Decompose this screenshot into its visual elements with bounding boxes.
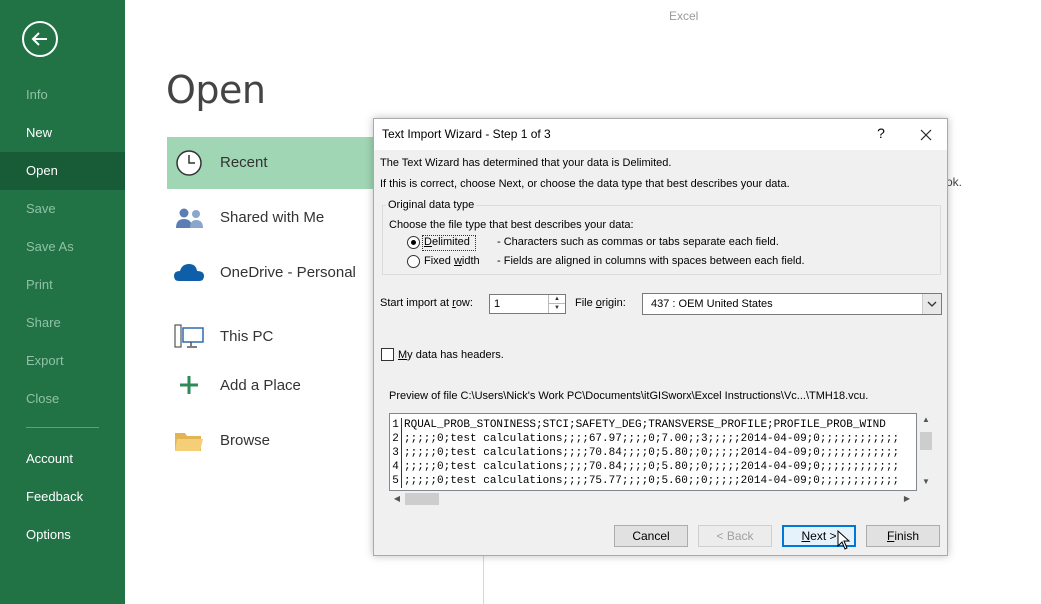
preview-vertical-scrollbar[interactable]: ▲ ▼ (918, 413, 934, 491)
dialog-titlebar[interactable]: Text Import Wizard - Step 1 of 3 ? (374, 119, 947, 150)
sidebar-item-options[interactable]: Options (0, 516, 125, 554)
cloud-icon (174, 264, 204, 281)
dropdown-button[interactable] (922, 294, 941, 314)
headers-checkbox[interactable] (381, 348, 394, 361)
text-import-wizard-dialog: Text Import Wizard - Step 1 of 3 ? The T… (373, 118, 948, 556)
vertical-scroll-thumb[interactable] (920, 432, 932, 450)
background-text-fragment: ok. (946, 175, 963, 189)
window-title: Excel (669, 9, 699, 23)
sidebar-item-save[interactable]: Save (0, 190, 125, 228)
location-onedrive-personal[interactable]: OneDrive - Personal (167, 247, 377, 299)
location-browse[interactable]: Browse (167, 415, 377, 467)
people-icon (176, 208, 203, 228)
scroll-right-icon[interactable]: ▶ (899, 494, 915, 503)
location-label: Shared with Me (220, 209, 325, 226)
sidebar-item-new[interactable]: New (0, 114, 125, 152)
row-text: ;;;;;0;test calculations;;;;70.84;;;;0;5… (404, 461, 900, 473)
pane-divider (483, 556, 484, 604)
file-origin-value: 437 : OEM United States (651, 298, 773, 310)
fixed-width-radio[interactable] (407, 255, 420, 268)
row-number: 1 (390, 418, 402, 432)
sidebar-item-feedback[interactable]: Feedback (0, 478, 125, 516)
backstage-sidebar: Info New Open Save Save As Print Share E… (0, 0, 125, 604)
location-label: This PC (220, 328, 274, 345)
scroll-left-icon[interactable]: ◀ (389, 494, 405, 503)
finish-button[interactable]: Finish (866, 525, 940, 547)
sidebar-divider (26, 427, 99, 428)
fixed-width-label[interactable]: Fixed width (424, 255, 480, 267)
location-recent[interactable]: Recent (167, 137, 377, 189)
back-arrow-icon (31, 32, 47, 46)
close-icon[interactable] (916, 125, 936, 145)
stepper-buttons: ▲ ▼ (548, 295, 565, 313)
computer-icon (174, 324, 204, 348)
page-title: Open (166, 68, 266, 112)
file-origin-select[interactable]: 437 : OEM United States (642, 293, 942, 315)
preview-horizontal-scrollbar[interactable]: ◀ ▶ (389, 491, 917, 507)
row-text: ;;;;;0;test calculations;;;;75.77;;;;0;5… (404, 475, 900, 487)
location-label: OneDrive - Personal (220, 264, 356, 281)
row-text: ;;;;;0;test calculations;;;;70.84;;;;0;5… (404, 447, 900, 459)
sidebar-item-close[interactable]: Close (0, 380, 125, 418)
group-legend: Original data type (386, 199, 477, 211)
back-button[interactable] (22, 21, 58, 57)
preview-row: 2 ;;;;;0;test calculations;;;;67.97;;;;0;… (390, 432, 915, 446)
mouse-cursor-icon (837, 530, 851, 550)
group-prompt: Choose the file type that best describes… (389, 219, 634, 231)
preview-row: 5 ;;;;;0;test calculations;;;;75.77;;;;0;… (390, 474, 915, 488)
stepper-down-icon[interactable]: ▼ (549, 304, 565, 313)
location-add-a-place[interactable]: Add a Place (167, 360, 377, 412)
sidebar-item-export[interactable]: Export (0, 342, 125, 380)
preview-row: 1 RQUAL_PROB_STONINESS;STCI;SAFETY_DEG;TR… (390, 418, 915, 432)
intro-text-2: If this is correct, choose Next, or choo… (380, 178, 790, 190)
location-label: Add a Place (220, 377, 301, 394)
file-origin-label: File origin: (575, 297, 626, 309)
sidebar-item-info[interactable]: Info (0, 76, 125, 114)
horizontal-scroll-thumb[interactable] (405, 493, 439, 505)
row-number: 3 (390, 446, 402, 460)
location-label: Recent (220, 154, 268, 171)
row-number: 2 (390, 432, 402, 446)
clock-icon (176, 150, 202, 176)
row-number: 4 (390, 460, 402, 474)
delimited-description: - Characters such as commas or tabs sepa… (497, 236, 779, 248)
scroll-down-icon[interactable]: ▼ (918, 477, 934, 486)
sidebar-item-save-as[interactable]: Save As (0, 228, 125, 266)
chevron-down-icon (927, 301, 937, 307)
stepper-up-icon[interactable]: ▲ (549, 295, 565, 304)
back-step-button[interactable]: < Back (698, 525, 772, 547)
start-row-label: Start import at row: (380, 297, 473, 309)
file-preview[interactable]: 1 RQUAL_PROB_STONINESS;STCI;SAFETY_DEG;TR… (389, 413, 917, 491)
plus-icon (180, 376, 198, 394)
cancel-button[interactable]: Cancel (614, 525, 688, 547)
preview-row: 3 ;;;;;0;test calculations;;;;70.84;;;;0;… (390, 446, 915, 460)
fixed-width-description: - Fields are aligned in columns with spa… (497, 255, 805, 267)
dialog-title: Text Import Wizard - Step 1 of 3 (382, 127, 551, 141)
sidebar-item-account[interactable]: Account (0, 440, 125, 478)
sidebar-item-share[interactable]: Share (0, 304, 125, 342)
location-this-pc[interactable]: This PC (167, 311, 377, 363)
row-text: ;;;;;0;test calculations;;;;67.97;;;;0;7… (404, 433, 900, 445)
preview-row: 4 ;;;;;0;test calculations;;;;70.84;;;;0;… (390, 460, 915, 474)
row-text: RQUAL_PROB_STONINESS;STCI;SAFETY_DEG;TRA… (404, 419, 886, 431)
delimited-radio[interactable] (407, 236, 420, 249)
preview-label: Preview of file C:\Users\Nick's Work PC\… (389, 390, 869, 402)
headers-label[interactable]: My data has headers. (398, 349, 504, 361)
sidebar-item-print[interactable]: Print (0, 266, 125, 304)
location-label: Browse (220, 432, 271, 449)
intro-text-1: The Text Wizard has determined that your… (380, 157, 672, 169)
delimited-label[interactable]: Delimited (424, 236, 470, 248)
folder-icon (175, 433, 203, 451)
scroll-up-icon[interactable]: ▲ (918, 415, 934, 424)
start-row-stepper[interactable]: 1 ▲ ▼ (489, 294, 566, 314)
location-shared-with-me[interactable]: Shared with Me (167, 192, 377, 244)
row-number: 5 (390, 474, 402, 488)
start-row-value[interactable]: 1 (494, 298, 500, 310)
sidebar-item-open[interactable]: Open (0, 152, 125, 190)
help-button[interactable]: ? (874, 125, 888, 141)
